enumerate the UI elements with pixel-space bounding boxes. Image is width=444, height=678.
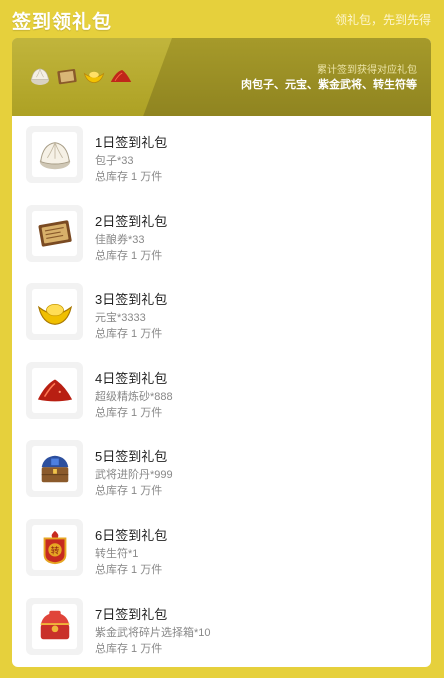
banner-text: 累计签到获得对应礼包 肉包子、元宝、紫金武将、转生符等: [241, 64, 417, 93]
gift-thumbnail: [26, 126, 83, 183]
gift-stock: 总库存 1 万件: [95, 328, 163, 341]
bun-icon: [39, 141, 70, 169]
gift-stock: 总库存 1 万件: [95, 563, 163, 576]
gift-item[interactable]: 4日签到礼包 超级精炼砂*888 总库存 1 万件: [12, 361, 431, 441]
gift-title: 4日签到礼包: [95, 370, 168, 386]
gift-thumbnail: 转: [26, 518, 83, 576]
gift-title: 1日签到礼包: [95, 135, 168, 150]
gift-thumbnail: [26, 597, 83, 655]
gift-stock: 总库存 1 万件: [95, 249, 163, 262]
gift-stock: 总库存 1 万件: [95, 642, 163, 655]
page-slogan: 领礼包，先到先得: [334, 13, 431, 27]
gift-item[interactable]: 7日签到礼包 紫金武将碎片选择箱*10 总库存 1 万件: [12, 597, 431, 667]
gift-stock: 总库存 1 万件: [95, 171, 163, 183]
gift-item[interactable]: 1日签到礼包 包子*33 总库存 1 万件: [12, 126, 431, 205]
gift-card: 累计签到获得对应礼包 肉包子、元宝、紫金武将、转生符等 1日签到礼包 包子*33…: [12, 38, 431, 667]
gift-content: 佳酿券*33: [95, 233, 145, 246]
red-sand-icon: [37, 379, 72, 402]
gift-thumbnail: [26, 440, 83, 498]
banner-rewards: 肉包子、元宝、紫金武将、转生符等: [241, 79, 417, 91]
gift-item[interactable]: 2日签到礼包 佳酿券*33 总库存 1 万件: [12, 204, 431, 284]
banner-icons: [28, 64, 133, 88]
gold-ingot-icon: [37, 303, 72, 325]
gift-content: 元宝*3333: [95, 312, 146, 325]
gift-content: 武将进阶丹*999: [95, 469, 173, 482]
gift-thumbnail: [26, 361, 83, 419]
page-title: 签到领礼包: [12, 12, 113, 33]
gift-stock: 总库存 1 万件: [95, 406, 163, 419]
red-chest-icon: [40, 610, 69, 640]
gift-item[interactable]: 3日签到礼包 元宝*3333 总库存 1 万件: [12, 283, 431, 362]
gift-title: 5日签到礼包: [95, 449, 168, 465]
svg-text:转: 转: [50, 545, 59, 557]
gift-list: 1日签到礼包 包子*33 总库存 1 万件 2日签到礼包 佳酿券*33 总库存 …: [12, 116, 431, 667]
gift-item[interactable]: 5日签到礼包 武将进阶丹*999 总库存 1 万件: [12, 440, 431, 519]
top-bar: 签到领礼包 领礼包，先到先得: [0, 0, 444, 38]
red-sand-icon: [110, 70, 132, 82]
gift-content: 紫金武将碎片选择箱*10: [95, 626, 211, 639]
gift-item[interactable]: 转 6日签到礼包 转生符*1 总库存 1 万件: [12, 518, 431, 598]
banner-subtitle: 累计签到获得对应礼包: [317, 65, 417, 76]
gift-title: 6日签到礼包: [95, 527, 168, 543]
gift-title: 3日签到礼包: [95, 292, 168, 308]
gift-thumbnail: [26, 283, 83, 341]
gift-title: 2日签到礼包: [95, 213, 168, 229]
gift-stock: 总库存 1 万件: [95, 485, 163, 498]
ticket-icon: [38, 220, 72, 247]
treasure-chest-icon: [41, 455, 68, 483]
rebirth-talisman-icon: 转: [43, 531, 66, 565]
gift-title: 7日签到礼包: [95, 606, 168, 622]
ticket-icon: [57, 68, 77, 85]
gift-content: 转生符*1: [95, 547, 139, 560]
reward-banner: 累计签到获得对应礼包 肉包子、元宝、紫金武将、转生符等: [12, 38, 431, 116]
gift-content: 超级精炼砂*888: [95, 390, 173, 403]
gold-ingot-icon: [83, 71, 105, 83]
gift-thumbnail: [26, 204, 83, 262]
gift-content: 包子*33: [95, 155, 134, 167]
bun-icon: [31, 68, 49, 85]
